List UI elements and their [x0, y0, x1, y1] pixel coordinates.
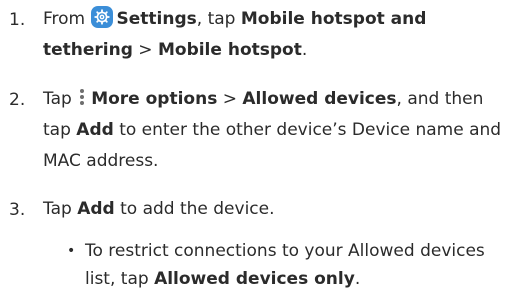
step-3-tap: Tap [43, 199, 72, 219]
add-label: Add [76, 120, 114, 140]
step-2-separator: > [217, 89, 243, 109]
bullet-marker: • [67, 243, 76, 259]
step-1-separator: > [132, 40, 158, 60]
step-1-end: . [301, 40, 308, 60]
more-options-icon [77, 88, 87, 106]
sub-bullet-text: To restrict connections to your Allowed … [85, 237, 505, 293]
step-3-number: 3. [9, 200, 26, 220]
sub-bullet-end: . [354, 269, 361, 289]
add-label-2: Add [77, 199, 115, 219]
more-options-label: More options [91, 89, 218, 109]
step-3-text: Tap Add to add the device. [43, 194, 509, 225]
settings-label: Settings [116, 9, 197, 29]
step-2-text: Tap More options > Allowed devices, and … [43, 84, 509, 177]
step-1-number: 1. [9, 10, 26, 30]
allowed-devices-label: Allowed devices [242, 89, 397, 109]
step-2-tap: Tap [43, 89, 72, 109]
mobile-hotspot-label: Mobile hotspot [157, 40, 302, 60]
step-2-number: 2. [9, 90, 26, 110]
allowed-devices-only-label: Allowed devices only [154, 269, 355, 289]
step-1-prefix: From [43, 9, 86, 29]
instructions-page: 1. From Settings, tap Mobile hotspot and… [0, 0, 515, 297]
step-3-tail: to add the device. [120, 199, 275, 219]
step-1-text: From Settings, tap Mobile hotspot and te… [43, 4, 509, 66]
gear-icon [90, 6, 113, 28]
step-1-comma: , tap [196, 9, 236, 29]
